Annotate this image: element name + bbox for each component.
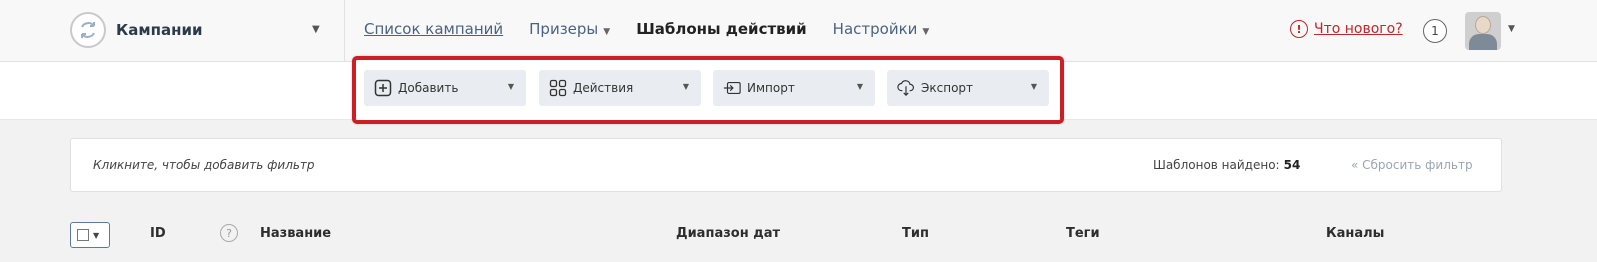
column-tags[interactable]: Теги	[1066, 226, 1100, 241]
table-header: ▼ ID ? Название Диапазон дат Тип Теги Ка…	[70, 218, 1502, 254]
column-id[interactable]: ID	[150, 226, 166, 241]
nav-settings[interactable]: Настройки ▼	[833, 20, 930, 38]
import-button[interactable]: Импорт ▼	[713, 70, 875, 106]
chevron-down-icon: ▼	[856, 82, 863, 91]
nav-campaign-list[interactable]: Список кампаний	[364, 20, 503, 38]
filter-panel[interactable]: Кликните, чтобы добавить фильтр Шаблонов…	[70, 138, 1502, 192]
templates-found: Шаблонов найдено: 54	[1153, 158, 1300, 172]
whats-new-link[interactable]: ! Что нового?	[1290, 20, 1403, 38]
main-nav: Список кампаний Призеры ▼ Шаблоны действи…	[364, 20, 955, 38]
export-button-label: Экспорт	[921, 81, 974, 95]
brand-dropdown-caret-icon[interactable]: ▼	[312, 24, 320, 35]
nav-action-templates[interactable]: Шаблоны действий	[636, 20, 806, 38]
refresh-logo-icon	[70, 12, 106, 48]
templates-found-label: Шаблонов найдено:	[1153, 158, 1280, 172]
help-icon[interactable]: ?	[220, 224, 238, 242]
brand[interactable]: Кампании	[70, 12, 203, 48]
alert-icon: !	[1290, 20, 1308, 38]
top-navbar: Кампании ▼ Список кампаний Призеры ▼ Шабл…	[0, 0, 1597, 62]
chevron-down-icon: ▼	[507, 82, 514, 91]
grid-icon	[549, 79, 567, 97]
avatar-body	[1469, 34, 1497, 50]
checkbox-icon	[77, 229, 89, 241]
import-button-label: Импорт	[747, 81, 795, 95]
avatar-head	[1475, 16, 1491, 34]
actions-button-label: Действия	[573, 81, 634, 95]
nav-winners-label: Призеры	[529, 20, 599, 38]
column-name[interactable]: Название	[260, 226, 331, 241]
cloud-download-icon	[897, 79, 915, 97]
chevron-down-icon: ▼	[682, 82, 689, 91]
chevron-down-icon: ▼	[93, 230, 100, 240]
nav-divider	[344, 0, 345, 62]
reset-filter-link[interactable]: « Сбросить фильтр	[1351, 158, 1473, 172]
nav-settings-label: Настройки	[832, 20, 918, 38]
brand-title: Кампании	[116, 21, 203, 39]
select-all-checkbox[interactable]: ▼	[70, 222, 110, 248]
column-date-range[interactable]: Диапазон дат	[676, 226, 780, 241]
nav-winners[interactable]: Призеры ▼	[529, 20, 610, 38]
templates-found-count: 54	[1283, 158, 1301, 172]
action-toolbar: Добавить ▼ Действия ▼ Импорт ▼ Экспорт ▼	[352, 56, 1064, 124]
chevron-down-icon: ▼	[922, 27, 930, 37]
column-channels[interactable]: Каналы	[1326, 226, 1384, 241]
add-button-label: Добавить	[398, 81, 459, 95]
import-icon	[723, 79, 741, 97]
whats-new-label: Что нового?	[1314, 21, 1403, 37]
chevron-down-icon: ▼	[1030, 82, 1037, 91]
export-button[interactable]: Экспорт ▼	[887, 70, 1049, 106]
actions-button[interactable]: Действия ▼	[539, 70, 701, 106]
add-button[interactable]: Добавить ▼	[364, 70, 526, 106]
column-type[interactable]: Тип	[902, 226, 929, 241]
avatar[interactable]	[1465, 12, 1501, 50]
add-filter-hint[interactable]: Кликните, чтобы добавить фильтр	[93, 158, 315, 172]
chevron-down-icon: ▼	[603, 27, 611, 37]
notification-badge[interactable]: 1	[1423, 19, 1447, 43]
plus-square-icon	[374, 79, 392, 97]
user-menu-caret-icon[interactable]: ▼	[1508, 24, 1515, 34]
